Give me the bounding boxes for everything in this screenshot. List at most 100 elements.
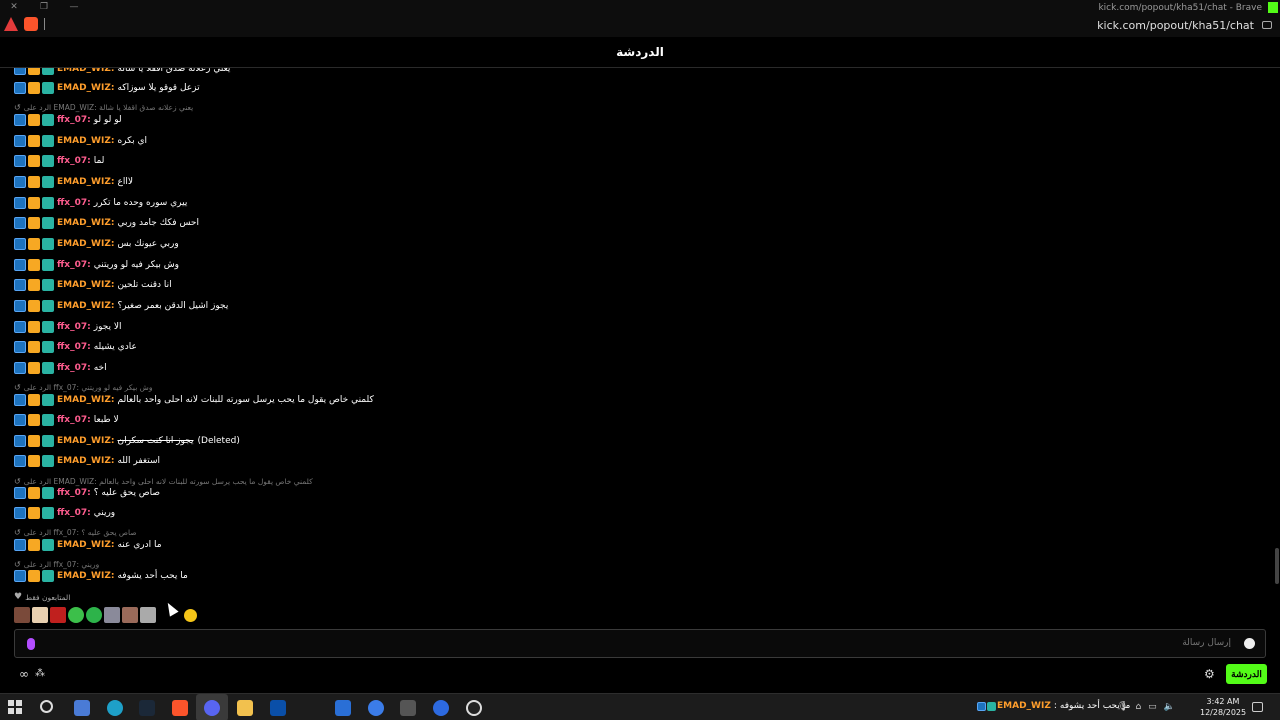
chat-message[interactable]: ffx_07: عادي يشيله bbox=[14, 340, 137, 354]
search-icon[interactable] bbox=[40, 700, 53, 713]
username[interactable]: EMAD_WIZ: bbox=[57, 83, 114, 93]
avatar[interactable] bbox=[122, 607, 138, 623]
avatar[interactable] bbox=[140, 607, 156, 623]
supporter-avatars bbox=[14, 607, 156, 623]
username[interactable]: EMAD_WIZ: bbox=[57, 177, 114, 187]
chat-message[interactable]: EMAD_WIZ: استغفر الله bbox=[14, 454, 160, 468]
app-icon[interactable] bbox=[368, 700, 384, 716]
chat-message[interactable]: EMAD_WIZ: وربي عيونك بس bbox=[14, 237, 179, 251]
username[interactable]: ffx_07: bbox=[57, 363, 91, 373]
chat-message[interactable]: ffx_07: صاص يحق عليه ؟ bbox=[14, 486, 160, 500]
chat-message[interactable]: EMAD_WIZ: يجوز اشيل الدقن بعمر صغير؟ bbox=[14, 299, 228, 313]
message-text: ييري سوره وحده ما تكرر bbox=[93, 198, 188, 208]
brave-browser-icon[interactable] bbox=[172, 700, 188, 716]
microphone-icon[interactable] bbox=[27, 638, 35, 650]
chat-message[interactable]: ffx_07: لما bbox=[14, 154, 104, 168]
username[interactable]: EMAD_WIZ: bbox=[57, 136, 114, 146]
username[interactable]: EMAD_WIZ: bbox=[57, 571, 114, 581]
username[interactable]: EMAD_WIZ: bbox=[57, 456, 114, 466]
app-icon[interactable] bbox=[433, 700, 449, 716]
volume-icon[interactable]: 🔈 bbox=[1164, 702, 1175, 712]
chat-message[interactable]: EMAD_WIZ: يجوز انا كنت سكران (Deleted) bbox=[14, 434, 240, 448]
emoji-picker-icon[interactable] bbox=[1244, 638, 1255, 649]
infinity-icon[interactable]: ∞ bbox=[19, 667, 29, 681]
url-bar[interactable]: kick.com/popout/kha51/chat bbox=[1097, 19, 1254, 32]
chat-message[interactable]: ffx_07: وش بيكر فيه لو وريتني bbox=[14, 258, 179, 272]
username[interactable]: ffx_07: bbox=[57, 115, 91, 125]
obs-icon[interactable] bbox=[466, 700, 482, 716]
username[interactable]: ffx_07: bbox=[57, 342, 91, 352]
avatar[interactable] bbox=[104, 607, 120, 623]
reply-context[interactable]: ↺ الرد على ffx_07: وريني bbox=[14, 559, 99, 569]
site-settings-icon[interactable] bbox=[1262, 21, 1272, 29]
subscriber-badge-icon bbox=[42, 341, 54, 353]
username[interactable]: EMAD_WIZ: bbox=[57, 540, 114, 550]
username[interactable]: EMAD_WIZ: bbox=[57, 239, 114, 249]
app-icon[interactable] bbox=[335, 700, 351, 716]
username[interactable]: EMAD_WIZ: bbox=[57, 280, 114, 290]
username[interactable]: ffx_07: bbox=[57, 156, 91, 166]
chat-input-box[interactable]: إرسال رسالة bbox=[14, 629, 1266, 658]
chat-message[interactable]: ffx_07: لو لو لو bbox=[14, 113, 122, 127]
send-chat-button[interactable]: الدردشة bbox=[1226, 664, 1267, 684]
avatar[interactable] bbox=[50, 607, 66, 623]
chat-message[interactable]: ffx_07: الا يجوز bbox=[14, 320, 122, 334]
chat-message[interactable]: EMAD_WIZ: ما يحب أحد يشوفه bbox=[14, 569, 188, 583]
chat-message[interactable]: EMAD_WIZ: اي بكره bbox=[14, 134, 147, 148]
username[interactable]: ffx_07: bbox=[57, 508, 91, 518]
reply-context[interactable]: ↺ الرد على ffx_07: صاص يحق عليه ؟ bbox=[14, 527, 137, 537]
share-icon[interactable]: ⁂ bbox=[35, 668, 45, 679]
file-explorer-icon[interactable] bbox=[237, 700, 253, 716]
chat-message[interactable]: ffx_07: لا طبعا bbox=[14, 413, 119, 427]
discord-icon[interactable] bbox=[204, 700, 220, 716]
avatar[interactable] bbox=[68, 607, 84, 623]
avatar[interactable] bbox=[14, 607, 30, 623]
scrollbar-thumb[interactable] bbox=[1275, 548, 1279, 584]
chat-message[interactable]: EMAD_WIZ: كلمني خاص يقول ما يحب يرسل سورت… bbox=[14, 393, 374, 407]
avatar[interactable] bbox=[32, 607, 48, 623]
gear-icon[interactable]: ⚙ bbox=[1204, 667, 1215, 681]
reply-context[interactable]: ↺ الرد على ffx_07: وش بيكر فيه لو وريتني bbox=[14, 382, 152, 392]
reply-text: الرد على ffx_07: وش بيكر فيه لو وريتني bbox=[23, 382, 153, 392]
clock[interactable]: 3:42 AM 12/28/2025 bbox=[1200, 696, 1246, 718]
minimize-window-icon[interactable]: — bbox=[68, 2, 80, 12]
chat-message[interactable]: EMAD_WIZ: ما ادري عنه bbox=[14, 538, 162, 552]
reply-context[interactable]: ↺ الرد على EMAD_WIZ: يعني زعلانه صدق اقفل… bbox=[14, 102, 193, 112]
username[interactable]: EMAD_WIZ: bbox=[57, 301, 114, 311]
display-icon[interactable]: ▭ bbox=[1148, 702, 1157, 712]
notification-center-icon[interactable] bbox=[1252, 702, 1263, 712]
username[interactable]: ffx_07: bbox=[57, 415, 91, 425]
edge-browser-icon[interactable] bbox=[107, 700, 123, 716]
emoji-icon[interactable] bbox=[184, 609, 197, 622]
steam-icon[interactable] bbox=[139, 700, 155, 716]
reply-context[interactable]: ↺ الرد على EMAD_WIZ: كلمني خاص يقول ما يح… bbox=[14, 476, 313, 486]
chat-message[interactable]: EMAD_WIZ: لاااع bbox=[14, 175, 133, 189]
network-icon[interactable]: ⌂ bbox=[1135, 702, 1141, 712]
microphone-icon[interactable]: 🎙 bbox=[1117, 702, 1128, 712]
chat-message[interactable]: ffx_07: اخه bbox=[14, 361, 107, 375]
chat-message[interactable]: ffx_07: ييري سوره وحده ما تكرر bbox=[14, 196, 187, 210]
username[interactable]: ffx_07: bbox=[57, 260, 91, 270]
username[interactable]: ffx_07: bbox=[57, 322, 91, 332]
windows-start-icon[interactable] bbox=[8, 700, 24, 716]
maximize-window-icon[interactable]: ❐ bbox=[38, 2, 50, 12]
chat-message[interactable]: EMAD_WIZ: احس فكك جامد وربي bbox=[14, 216, 199, 230]
username[interactable]: EMAD_WIZ: bbox=[57, 436, 114, 446]
username[interactable]: EMAD_WIZ: bbox=[57, 218, 114, 228]
chat-message[interactable]: EMAD_WIZ: تزعل قوقو يلا سوزاكه bbox=[14, 81, 200, 95]
username[interactable]: ffx_07: bbox=[57, 198, 91, 208]
username[interactable]: EMAD_WIZ: bbox=[57, 68, 114, 74]
username[interactable]: EMAD_WIZ: bbox=[57, 395, 114, 405]
copilot-icon[interactable] bbox=[74, 700, 90, 716]
chat-message[interactable]: ffx_07: وريني bbox=[14, 506, 115, 520]
chat-message[interactable]: EMAD_WIZ: انا دقنت تلحين bbox=[14, 278, 172, 292]
settings-icon[interactable] bbox=[400, 700, 416, 716]
close-window-icon[interactable]: ✕ bbox=[8, 2, 20, 12]
warning-icon[interactable] bbox=[4, 17, 18, 31]
chat-message[interactable]: EMAD_WIZ: يعني زعلانه صدق اقفلا يا شالة bbox=[14, 68, 230, 76]
avatar[interactable] bbox=[86, 607, 102, 623]
microsoft-store-icon[interactable] bbox=[270, 700, 286, 716]
username[interactable]: ffx_07: bbox=[57, 488, 91, 498]
brave-shield-icon[interactable] bbox=[24, 17, 38, 31]
chat-messages[interactable]: EMAD_WIZ: يعني زعلانه صدق اقفلا يا شالة … bbox=[0, 68, 1280, 588]
